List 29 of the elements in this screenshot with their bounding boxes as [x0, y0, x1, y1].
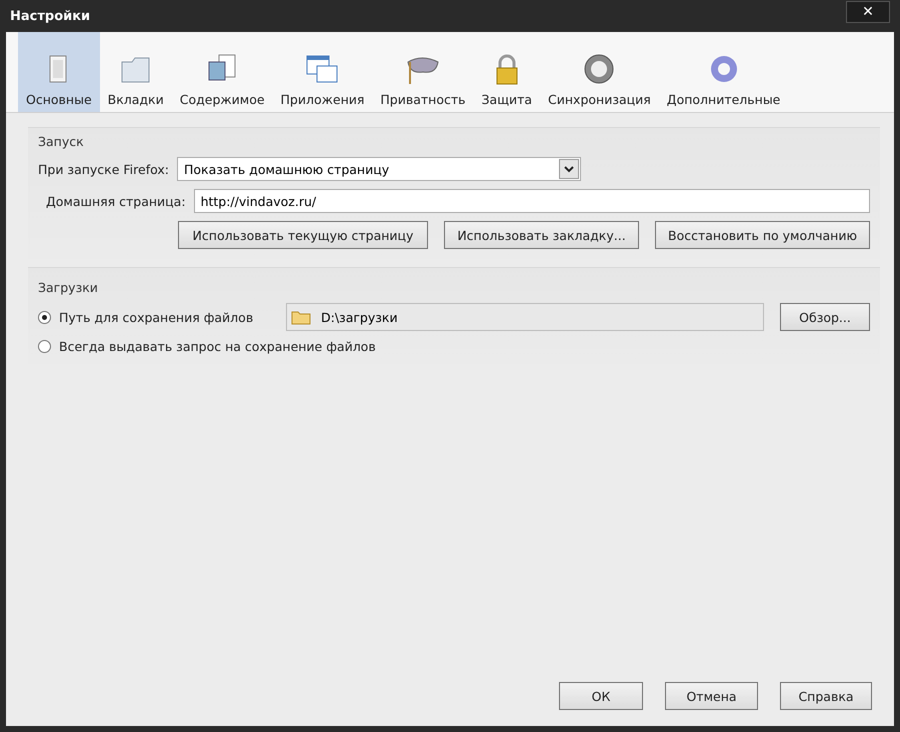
dialog-button[interactable]: ОК: [559, 682, 643, 710]
toolbar-tab[interactable]: Вкладки: [100, 32, 172, 112]
toolbar-tab[interactable]: Основные: [18, 32, 100, 112]
toolbar-tab[interactable]: Содержимое: [172, 32, 273, 112]
toolbar-tab[interactable]: Приложения: [272, 32, 372, 112]
radio-option[interactable]: Путь для сохранения файлов: [38, 310, 278, 324]
toolbar-tab[interactable]: Защита: [474, 32, 540, 112]
toolbar-tab[interactable]: Приватность: [372, 32, 474, 112]
radio-button[interactable]: [38, 340, 51, 353]
action-button[interactable]: Использовать закладку...: [444, 221, 639, 249]
group-title: Загрузки: [38, 280, 99, 295]
action-button[interactable]: Использовать текущую страницу: [178, 221, 428, 249]
field-label: Домашняя страница:: [45, 194, 186, 208]
download-path-field[interactable]: D:\загрузки: [286, 303, 764, 331]
radio-button[interactable]: [38, 310, 51, 324]
close-button[interactable]: ✕: [846, 1, 890, 23]
toolbar-tab[interactable]: Синхронизация: [540, 32, 659, 112]
folder-icon: [291, 309, 311, 325]
browse-button[interactable]: Обзор...: [780, 303, 870, 331]
dialog-button[interactable]: Отмена: [665, 682, 758, 710]
dialog-button[interactable]: Справка: [780, 682, 872, 710]
toolbar-tab[interactable]: Дополнительные: [658, 32, 788, 112]
homepage-field[interactable]: http://vindavoz.ru/: [194, 189, 870, 213]
window-title: Настройки: [10, 8, 90, 24]
field-label: При запуске Firefox:: [38, 162, 169, 176]
radio-option[interactable]: Всегда выдавать запрос на сохранение файлов: [38, 339, 376, 354]
startup-dropdown[interactable]: Показать домашнюю страницу: [176, 157, 581, 181]
group-title: Запуск: [38, 134, 85, 149]
action-button[interactable]: Восстановить по умолчанию: [655, 221, 870, 249]
